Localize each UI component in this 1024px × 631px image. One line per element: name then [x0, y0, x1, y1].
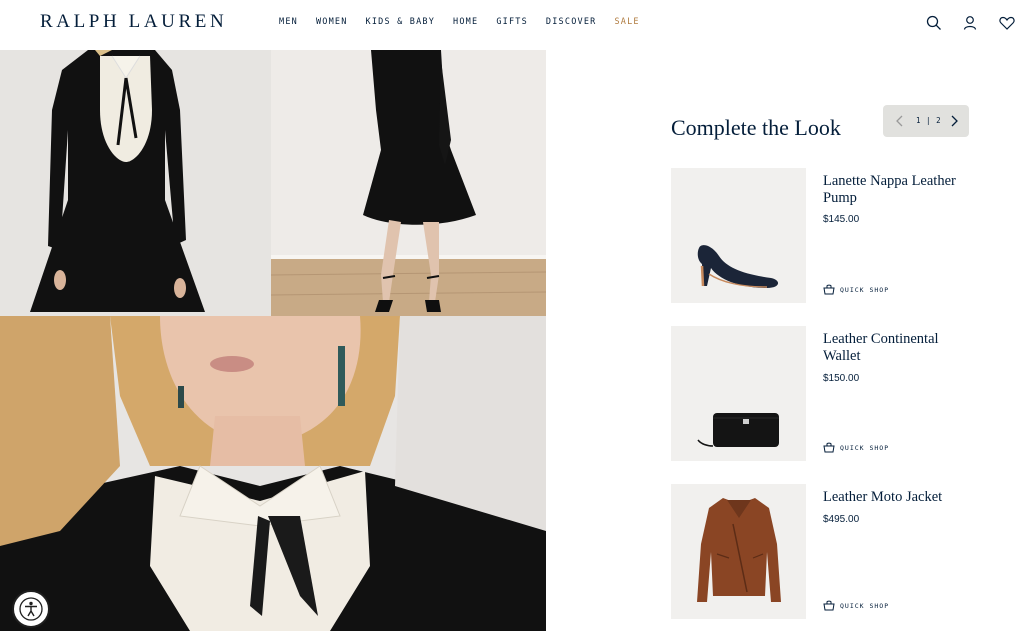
accessibility-icon[interactable]: [12, 590, 50, 628]
shopping-basket-icon: [823, 600, 835, 611]
product-name[interactable]: Leather Continental Wallet: [823, 331, 973, 365]
search-icon[interactable]: [925, 14, 943, 32]
product-image-pump[interactable]: [671, 168, 806, 303]
gallery-image-detail-closeup[interactable]: [0, 316, 546, 631]
chevron-right-icon[interactable]: [947, 113, 961, 129]
product-card: Lanette Nappa Leather Pump $145.00 QUICK…: [671, 168, 971, 304]
site-header: RALPH LAUREN MEN WOMEN KIDS & BABY HOME …: [0, 0, 1024, 50]
product-image-wallet[interactable]: [671, 326, 806, 461]
carousel-pager: 1 | 2: [883, 105, 969, 137]
gallery-image-back-view[interactable]: [271, 50, 546, 316]
quick-shop-button[interactable]: QUICK SHOP: [823, 284, 889, 295]
brand-logo[interactable]: RALPH LAUREN: [40, 11, 227, 33]
nav-item-kids-baby[interactable]: KIDS & BABY: [366, 17, 436, 27]
product-image-moto-jacket[interactable]: [671, 484, 806, 619]
product-card: Leather Moto Jacket $495.00 QUICK SHOP: [671, 484, 971, 620]
chevron-left-icon[interactable]: [893, 113, 907, 129]
main-nav: MEN WOMEN KIDS & BABY HOME GIFTS DISCOVE…: [279, 17, 658, 27]
nav-item-women[interactable]: WOMEN: [316, 17, 348, 27]
nav-item-discover[interactable]: DISCOVER: [546, 17, 597, 27]
nav-item-gifts[interactable]: GIFTS: [496, 17, 528, 27]
complete-the-look-title: Complete the Look: [671, 115, 841, 140]
nav-item-home[interactable]: HOME: [453, 17, 478, 27]
pager-count: 1 | 2: [916, 116, 942, 125]
nav-item-sale[interactable]: SALE: [614, 17, 639, 27]
gallery-image-front-view[interactable]: [0, 50, 271, 316]
wishlist-heart-icon[interactable]: [998, 14, 1016, 32]
account-icon[interactable]: [961, 14, 979, 32]
product-price: $145.00: [823, 214, 860, 225]
quick-shop-button[interactable]: QUICK SHOP: [823, 600, 889, 611]
nav-item-men[interactable]: MEN: [279, 17, 298, 27]
shopping-basket-icon: [823, 442, 835, 453]
product-image-gallery: [0, 50, 546, 631]
quick-shop-button[interactable]: QUICK SHOP: [823, 442, 889, 453]
product-price: $495.00: [823, 514, 860, 525]
shopping-basket-icon: [823, 284, 835, 295]
product-name[interactable]: Leather Moto Jacket: [823, 489, 973, 506]
product-card: Leather Continental Wallet $150.00 QUICK…: [671, 326, 971, 462]
product-price: $150.00: [823, 373, 860, 384]
product-name[interactable]: Lanette Nappa Leather Pump: [823, 173, 973, 207]
